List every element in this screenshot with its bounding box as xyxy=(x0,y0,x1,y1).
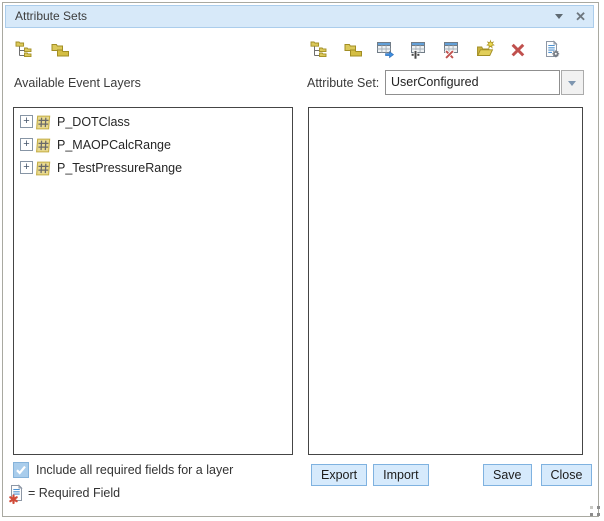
chevron-down-icon xyxy=(568,81,576,86)
expand-plus-icon[interactable]: + xyxy=(20,138,33,151)
save-button[interactable]: Save xyxy=(483,464,532,486)
new-folder-icon[interactable] xyxy=(475,39,495,61)
event-layers-tree-icon[interactable] xyxy=(15,39,35,61)
open-folders-icon[interactable] xyxy=(50,39,70,61)
toolbar-right xyxy=(310,39,561,63)
import-button[interactable]: Import xyxy=(373,464,428,486)
import-export-buttons: Export Import xyxy=(311,464,429,486)
tree-item-label[interactable]: P_DOTClass xyxy=(57,111,130,134)
available-event-layers-panel[interactable]: + P_DOTClass + P_MAOPCalcRange + xyxy=(13,107,293,455)
chevron-down-icon[interactable] xyxy=(555,14,563,19)
include-required-fields-label: Include all required fields for a layer xyxy=(36,462,233,479)
save-close-buttons: Save Close xyxy=(483,464,592,486)
expand-plus-icon[interactable]: + xyxy=(20,115,33,128)
tree-row[interactable]: + P_MAOPCalcRange xyxy=(14,134,292,157)
remove-table-icon[interactable] xyxy=(442,39,462,61)
event-layers-tree-icon[interactable] xyxy=(310,39,330,61)
document-asterisk-icon xyxy=(8,484,26,509)
tree-row[interactable]: + P_TestPressureRange xyxy=(14,157,292,180)
report-settings-icon[interactable] xyxy=(541,39,561,61)
close-button[interactable]: Close xyxy=(541,464,593,486)
required-field-legend-text: = Required Field xyxy=(28,484,120,503)
close-icon[interactable]: ✕ xyxy=(575,7,586,27)
dialog-title: Attribute Sets xyxy=(15,6,87,27)
resize-grip[interactable] xyxy=(587,505,601,518)
titlebar: Attribute Sets ✕ xyxy=(5,5,594,28)
delete-icon[interactable] xyxy=(508,39,528,61)
tree-item-label[interactable]: P_TestPressureRange xyxy=(57,157,182,180)
export-button[interactable]: Export xyxy=(311,464,367,486)
attribute-set-combobox[interactable]: UserConfigured xyxy=(385,70,584,95)
combobox-dropdown-button[interactable] xyxy=(561,70,584,95)
attribute-set-fields-panel[interactable] xyxy=(308,107,583,455)
available-event-layers-heading: Available Event Layers xyxy=(14,73,141,93)
expand-plus-icon[interactable]: + xyxy=(20,161,33,174)
event-layer-icon xyxy=(35,137,52,159)
open-folders-icon[interactable] xyxy=(343,39,363,61)
tree-row[interactable]: + P_DOTClass xyxy=(14,111,292,134)
add-table-icon[interactable] xyxy=(409,39,429,61)
export-table-icon[interactable] xyxy=(376,39,396,61)
toolbar-left xyxy=(15,39,70,63)
attribute-set-value[interactable]: UserConfigured xyxy=(385,70,560,95)
event-layer-icon xyxy=(35,114,52,136)
event-layer-icon xyxy=(35,160,52,182)
tree-item-label[interactable]: P_MAOPCalcRange xyxy=(57,134,171,157)
include-required-fields-checkbox[interactable] xyxy=(13,462,29,478)
attribute-set-label: Attribute Set: xyxy=(307,73,379,93)
